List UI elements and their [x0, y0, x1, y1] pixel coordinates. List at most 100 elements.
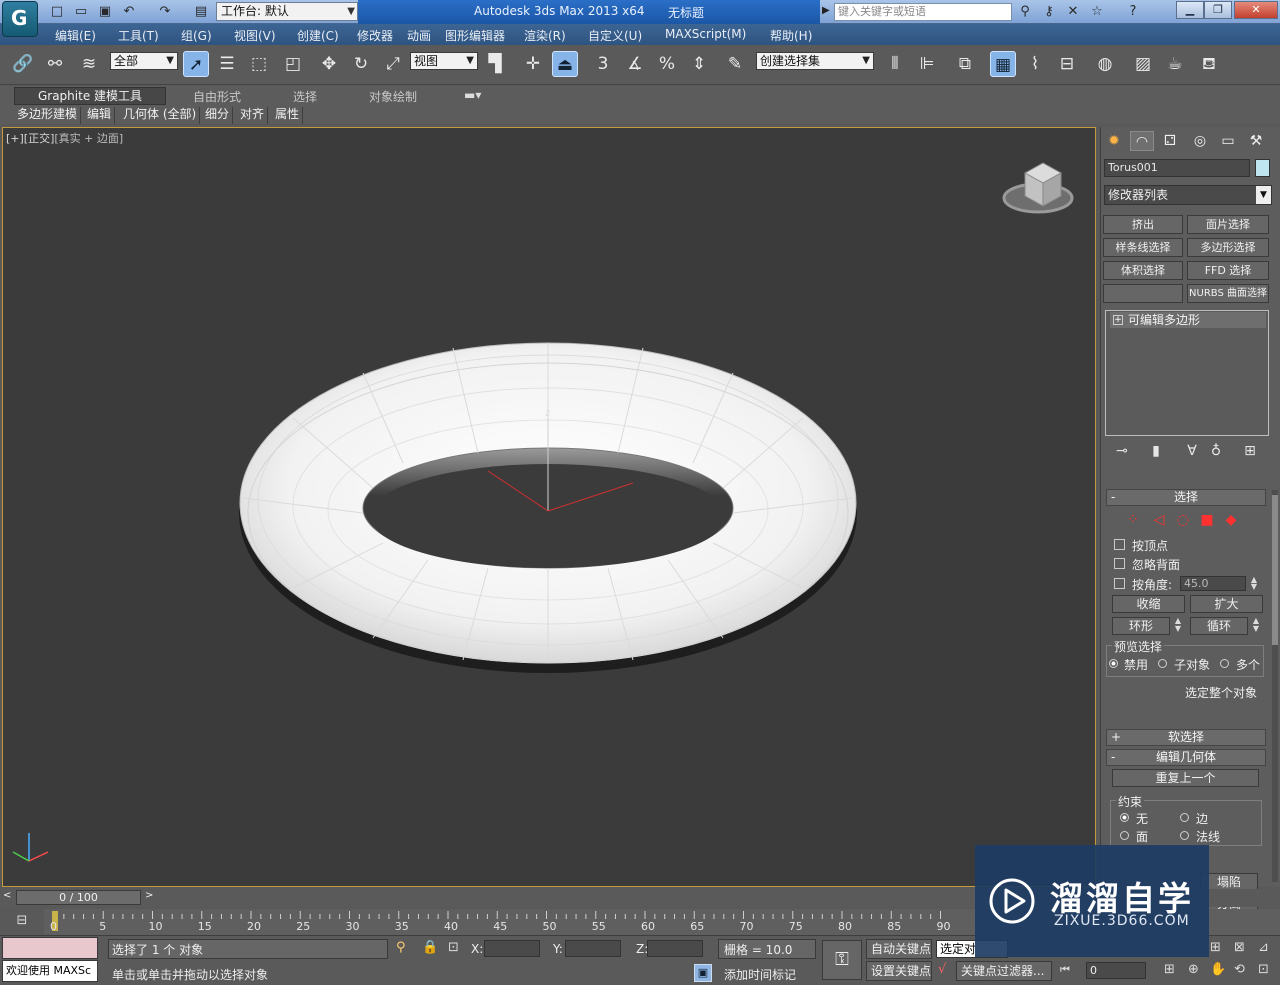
material-editor-icon[interactable]: ◍ — [1092, 51, 1118, 77]
undo-icon[interactable]: ↶ — [120, 3, 138, 21]
snaps-toggle-icon[interactable]: 3 — [590, 51, 616, 77]
scrollbar-thumb[interactable] — [1272, 495, 1278, 645]
add-time-tag-label[interactable]: 添加时间标记 — [724, 966, 796, 983]
menu-tools[interactable]: 工具(T) — [118, 27, 159, 44]
selection-lock-icon[interactable]: 🔒 — [422, 940, 438, 955]
patch-select-modifier-button[interactable]: 面片选择 — [1187, 215, 1269, 234]
time-config-icon[interactable]: ⊞ — [1164, 962, 1175, 977]
pivot-center-icon[interactable]: ▜ — [482, 51, 508, 77]
grow-button[interactable]: 扩大 — [1190, 595, 1263, 613]
curve-editor-icon[interactable]: ⌇ — [1022, 51, 1048, 77]
absolute-mode-icon[interactable]: ⊡ — [448, 940, 459, 955]
subtab-align[interactable]: 对齐 — [237, 107, 269, 124]
graphite-toggle-icon[interactable]: ▦ — [990, 51, 1016, 77]
preview-disabled-radio[interactable] — [1109, 659, 1118, 668]
viewcube[interactable] — [1002, 162, 1074, 214]
project-folder-icon[interactable]: ▤ — [192, 3, 210, 21]
polygon-mode-icon[interactable]: ■ — [1198, 512, 1216, 528]
ring-spinner-icon[interactable]: ▲ ▼ — [1172, 617, 1184, 635]
spinner-arrows-icon[interactable]: ▲ ▼ — [1248, 576, 1260, 591]
by-vertex-checkbox[interactable] — [1114, 539, 1125, 550]
modifier-list-dropdown[interactable]: 修改器列表 ▼ — [1104, 185, 1272, 205]
modify-tab-icon[interactable]: ◠ — [1130, 131, 1154, 151]
time-tag-icon[interactable]: ▣ — [694, 964, 712, 982]
menu-modifiers[interactable]: 修改器 — [357, 27, 393, 44]
menu-group[interactable]: 组(G) — [181, 27, 212, 44]
time-prev-icon[interactable]: < — [3, 890, 11, 901]
field-of-view-icon[interactable]: ⊿ — [1258, 940, 1269, 955]
loop-spinner-icon[interactable]: ▲ ▼ — [1250, 617, 1262, 635]
hierarchy-tab-icon[interactable]: ⚁ — [1158, 131, 1182, 151]
motion-tab-icon[interactable]: ◎ — [1188, 131, 1212, 151]
close-button[interactable]: ✕ — [1234, 1, 1278, 19]
pin-stack-icon[interactable]: ⊸ — [1112, 443, 1132, 461]
angle-snap-icon[interactable]: ∡ — [622, 51, 648, 77]
angle-spinner-field[interactable]: 45.0 — [1180, 576, 1246, 591]
vertex-mode-icon[interactable]: ⁘ — [1124, 512, 1142, 528]
set-key-icon[interactable]: ⚿ — [822, 940, 862, 980]
select-by-name-icon[interactable]: ☰ — [214, 51, 240, 77]
link-icon[interactable]: 🔗 — [10, 51, 36, 77]
unlink-icon[interactable]: ⚯ — [42, 51, 68, 77]
ignore-backfacing-checkbox[interactable] — [1114, 558, 1125, 569]
modifier-stack[interactable] — [1105, 310, 1269, 436]
maxscript-listener-output[interactable] — [2, 937, 98, 959]
move-icon[interactable]: ✥ — [316, 51, 342, 77]
extrude-modifier-button[interactable]: 挤出 — [1103, 215, 1183, 234]
tab-graphite[interactable]: Graphite 建模工具 — [14, 87, 166, 105]
new-file-icon[interactable]: □ — [48, 3, 66, 21]
subtab-poly-modeling[interactable]: 多边形建模 — [14, 107, 82, 124]
zoom-region-icon[interactable]: ⊠ — [1234, 940, 1245, 955]
select-object-icon[interactable]: ➚ — [183, 51, 209, 77]
named-selection-dropdown[interactable]: 创建选择集 ▼ — [756, 52, 874, 70]
tab-selection[interactable]: 选择 — [293, 88, 317, 105]
app-logo-button[interactable]: G — [2, 1, 38, 37]
rendered-frame-icon[interactable]: ☕ — [1162, 51, 1188, 77]
schematic-view-icon[interactable]: ⊟ — [1054, 51, 1080, 77]
menu-customize[interactable]: 自定义(U) — [588, 27, 642, 44]
empty-modifier-button[interactable] — [1103, 284, 1183, 303]
element-mode-icon[interactable]: ◆ — [1222, 512, 1240, 528]
go-to-start-icon[interactable]: ⏮ — [1060, 963, 1070, 977]
open-file-icon[interactable]: ▭ — [72, 3, 90, 21]
ffd-select-modifier-button[interactable]: FFD 选择 — [1187, 261, 1269, 280]
layer-manager-icon[interactable]: ⧉ — [952, 51, 978, 77]
edge-mode-icon[interactable]: ◁ — [1150, 512, 1168, 528]
poly-select-modifier-button[interactable]: 多边形选择 — [1187, 238, 1269, 257]
spline-select-modifier-button[interactable]: 样条线选择 — [1103, 238, 1183, 257]
select-manipulate-icon[interactable]: ✛ — [520, 51, 546, 77]
percent-snap-icon[interactable]: % — [654, 51, 680, 77]
subtab-subdivision[interactable]: 细分 — [202, 107, 234, 124]
search-input[interactable]: 键入关键字或短语 — [834, 3, 1012, 21]
x-coord-field[interactable] — [484, 940, 540, 957]
keyboard-shortcut-override-icon[interactable]: ⏏ — [552, 51, 578, 77]
show-end-result-icon[interactable]: ▮ — [1146, 443, 1166, 461]
preview-multi-radio[interactable] — [1220, 659, 1229, 668]
render-setup-icon[interactable]: ▨ — [1130, 51, 1156, 77]
loop-button[interactable]: 循环 — [1190, 617, 1248, 635]
make-unique-icon[interactable]: ∀ — [1182, 443, 1202, 461]
ribbon-options-icon[interactable]: ▬▾ — [464, 88, 481, 105]
orbit-icon[interactable]: ⟲ — [1234, 962, 1245, 977]
zoom-extents-icon[interactable]: ⊕ — [1188, 962, 1199, 977]
set-key-button[interactable]: 设置关键点 — [866, 961, 932, 981]
maximize-viewport-icon[interactable]: ⊡ — [1258, 962, 1269, 977]
mirror-icon[interactable]: ⫴ — [882, 51, 908, 77]
subscription-icon[interactable]: ⚷ — [1040, 3, 1058, 21]
isolate-selection-icon[interactable]: ⚲ — [396, 940, 406, 955]
constraint-edge-radio[interactable] — [1180, 813, 1189, 822]
menu-edit[interactable]: 编辑(E) — [55, 27, 96, 44]
favorites-star-icon[interactable]: ☆ — [1088, 3, 1106, 21]
object-name-field[interactable]: Torus001 — [1104, 159, 1250, 177]
rotate-icon[interactable]: ↻ — [348, 51, 374, 77]
repeat-last-button[interactable]: 重复上一个 — [1112, 769, 1259, 787]
rectangular-region-icon[interactable]: ⬚ — [246, 51, 272, 77]
constraint-none-radio[interactable] — [1120, 813, 1129, 822]
expand-search-icon[interactable]: ▶ — [822, 5, 830, 16]
auto-key-button[interactable]: 自动关键点 — [866, 939, 932, 959]
key-filters-button[interactable]: 关键点过滤器... — [956, 961, 1052, 981]
subtab-properties[interactable]: 属性 — [272, 107, 304, 124]
window-crossing-icon[interactable]: ◰ — [280, 51, 306, 77]
save-icon[interactable]: ▣ — [96, 3, 114, 21]
z-coord-field[interactable] — [647, 940, 703, 957]
